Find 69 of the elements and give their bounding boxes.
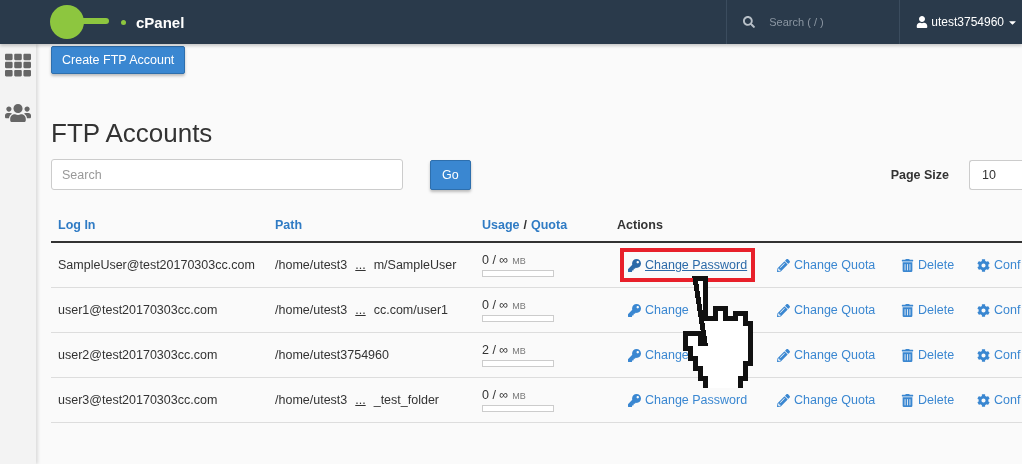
login-cell: user3@test20170303cc.com <box>58 393 218 407</box>
path-text: cc.com/user1 <box>373 303 449 317</box>
gear-icon <box>977 348 990 362</box>
column-sort-link[interactable]: Usage <box>482 217 520 232</box>
usage-text: 0 / ∞ MB <box>482 298 527 312</box>
login-cell: user1@test20170303cc.com <box>58 303 218 317</box>
trash-icon <box>901 303 914 317</box>
key-icon <box>628 393 641 407</box>
go-button[interactable]: Go <box>430 159 471 190</box>
path-text: _test_folder <box>373 393 439 407</box>
separator-dot-icon <box>121 19 126 25</box>
trash-action-link[interactable]: Delete <box>893 293 963 327</box>
apps-grid-icon[interactable] <box>5 52 31 78</box>
trash-action-link[interactable]: Delete <box>893 383 963 417</box>
path-text: /home/utest3754960 <box>275 348 389 362</box>
column-header: Actions <box>617 217 663 232</box>
key-action-link[interactable]: Change Password <box>620 248 756 282</box>
gear-action-link[interactable]: Conf <box>969 383 1022 417</box>
page-size-select[interactable]: 10 <box>969 159 1022 190</box>
create-ftp-account-button[interactable]: Create FTP Account <box>51 46 186 74</box>
header-search-input[interactable]: Search ( / ) <box>767 15 882 29</box>
user-icon <box>916 16 929 28</box>
gear-icon <box>977 303 990 317</box>
usage-text: 0 / ∞ MB <box>482 388 527 402</box>
page-size-label: Page Size <box>890 167 949 182</box>
path-text: /home/utest3 <box>275 393 348 407</box>
search-icon <box>743 16 756 28</box>
brand-name: cPanel <box>136 13 185 31</box>
column-sort-link[interactable]: Quota <box>531 217 568 232</box>
logo-icon <box>49 4 111 40</box>
pencil-icon <box>777 348 790 362</box>
column-header: / <box>523 217 527 232</box>
trash-icon <box>901 393 914 407</box>
pencil-action-link[interactable]: Change Quota <box>769 248 884 282</box>
path-text: /home/utest3 <box>275 258 348 272</box>
path-text: /home/utest3 <box>275 303 348 317</box>
pencil-icon <box>777 393 790 407</box>
trash-icon <box>901 258 914 272</box>
gear-icon <box>977 393 990 407</box>
pencil-icon <box>777 303 790 317</box>
pencil-action-link[interactable]: Change Quota <box>769 293 884 327</box>
login-cell: user2@test20170303cc.com <box>58 348 218 362</box>
column-sort-link[interactable]: Path <box>275 217 303 232</box>
key-icon <box>628 348 641 362</box>
path-text: m/SampleUser <box>373 258 457 272</box>
key-icon <box>628 258 641 272</box>
path-expand-link[interactable]: ... <box>355 258 366 272</box>
usage-text: 0 / ∞ MB <box>482 253 527 267</box>
search-field[interactable]: Search <box>51 159 403 190</box>
gear-icon <box>977 258 990 272</box>
login-cell: SampleUser@test20170303cc.com <box>58 258 255 272</box>
trash-action-link[interactable]: Delete <box>893 338 963 372</box>
path-expand-link[interactable]: ... <box>355 393 366 407</box>
pencil-action-link[interactable]: Change Quota <box>769 383 884 417</box>
column-sort-link[interactable]: Log In <box>58 217 96 232</box>
trash-icon <box>901 348 914 362</box>
key-action-link[interactable]: Change <box>620 293 697 327</box>
gear-action-link[interactable]: Conf <box>969 338 1022 372</box>
trash-action-link[interactable]: Delete <box>893 248 963 282</box>
key-icon <box>628 303 641 317</box>
gear-action-link[interactable]: Conf <box>969 248 1022 282</box>
pencil-icon <box>777 258 790 272</box>
user-menu[interactable]: utest3754960 <box>900 0 1022 44</box>
page-title: FTP Accounts <box>51 118 214 149</box>
header-search-field[interactable]: Search ( / ) <box>726 0 901 44</box>
path-expand-link[interactable]: ... <box>355 303 366 317</box>
gear-action-link[interactable]: Conf <box>969 293 1022 327</box>
usage-text: 2 / ∞ MB <box>482 343 527 357</box>
pencil-action-link[interactable]: Change Quota <box>769 338 884 372</box>
